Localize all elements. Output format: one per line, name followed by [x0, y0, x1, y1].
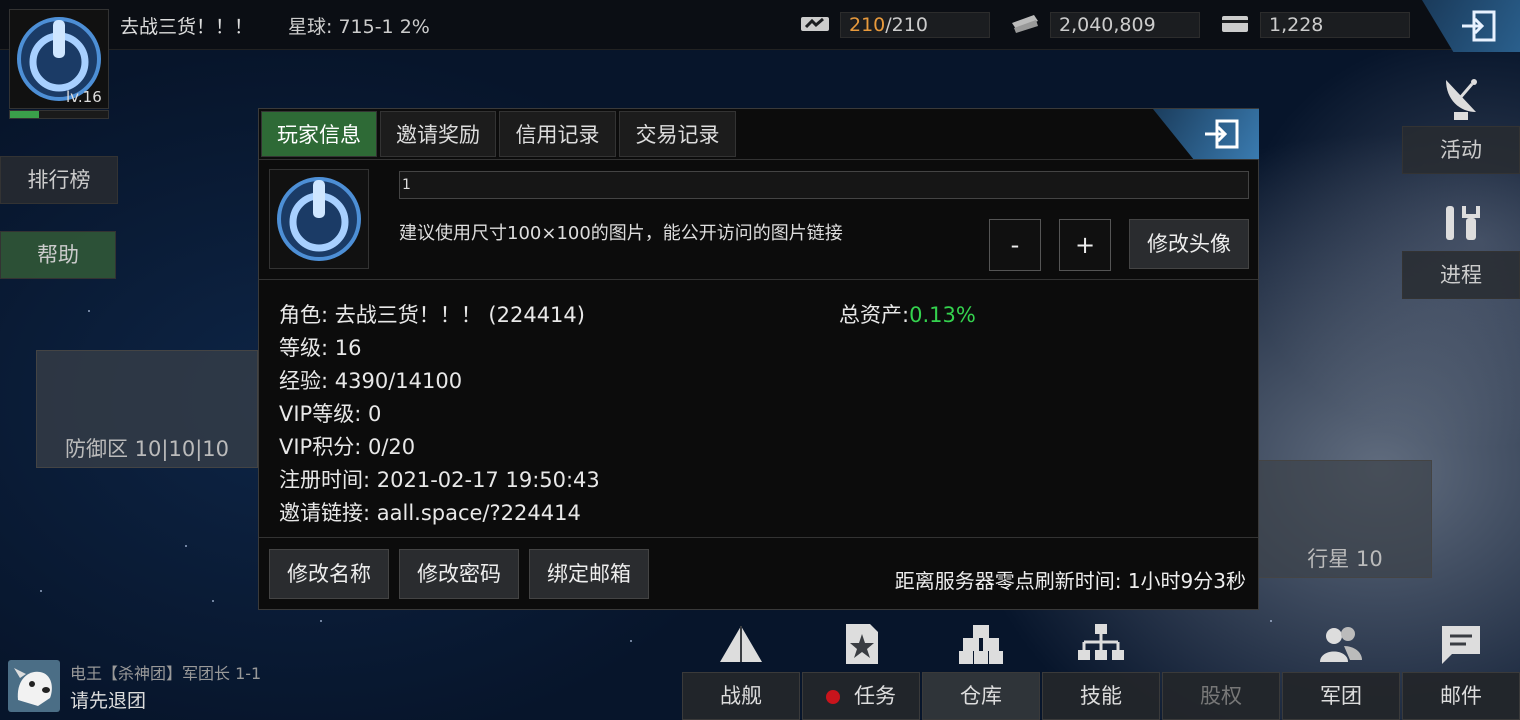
credits-icon — [1012, 15, 1038, 33]
progress-button[interactable]: 进程 — [1402, 251, 1520, 299]
defense-zone-label: 防御区 10|10|10 — [65, 437, 229, 461]
tab-credit-record[interactable]: 信用记录 — [499, 111, 616, 157]
info-exp: 经验: 4390/14100 — [279, 369, 463, 393]
nav-mail[interactable]: 邮件 — [1402, 672, 1520, 720]
task-star-icon — [846, 624, 878, 664]
tab-invite-reward[interactable]: 邀请奖励 — [380, 111, 496, 157]
chat-message: 请先退团 — [70, 690, 147, 712]
tab-trade-record[interactable]: 交易记录 — [619, 111, 736, 157]
tab-player-info[interactable]: 玩家信息 — [261, 111, 377, 157]
rename-button[interactable]: 修改名称 — [269, 549, 389, 599]
level-label: lv.16 — [66, 88, 102, 106]
nav-task[interactable]: 任务 — [802, 672, 920, 720]
dialog-close-button[interactable] — [1153, 109, 1259, 159]
avatar-url-input[interactable] — [399, 171, 1249, 199]
total-assets: 总资产:0.13% — [839, 303, 976, 327]
nav-skill[interactable]: 技能 — [1042, 672, 1160, 720]
info-role: 角色: 去战三货！！！ (224414) — [279, 303, 585, 327]
satellite-dish-icon — [1446, 79, 1477, 120]
card-icon — [1222, 16, 1248, 32]
energy-icon — [801, 17, 829, 31]
nav-warehouse[interactable]: 仓库 — [922, 672, 1040, 720]
info-vip-level: VIP等级: 0 — [279, 402, 382, 426]
refresh-countdown: 距离服务器零点刷新时间: 1小时9分3秒 — [894, 569, 1246, 593]
alert-dot-icon — [826, 690, 840, 704]
minus-button[interactable]: - — [989, 219, 1041, 271]
power-logo-icon — [277, 177, 361, 261]
avatar-preview — [269, 169, 369, 269]
help-button[interactable]: 帮助 — [0, 231, 116, 279]
chat-sender: 电王【杀神团】军团长 1-1 — [70, 664, 262, 683]
info-vip-points: VIP积分: 0/20 — [279, 435, 416, 459]
mail-message-icon — [1442, 626, 1480, 664]
total-assets-value: 0.13% — [909, 303, 976, 327]
change-password-button[interactable]: 修改密码 — [399, 549, 519, 599]
info-level: 等级: 16 — [279, 336, 362, 360]
chat-avatar[interactable] — [8, 660, 60, 712]
skill-tree-icon — [1078, 624, 1124, 660]
avatar-hint: 建议使用尺寸100×100的图片，能公开访问的图片链接 — [399, 223, 843, 244]
activity-button[interactable]: 活动 — [1402, 126, 1520, 174]
nav-equity[interactable]: 股权 — [1162, 672, 1280, 720]
nav-legion[interactable]: 军团 — [1282, 672, 1400, 720]
info-register-time: 注册时间: 2021-02-17 19:50:43 — [279, 468, 600, 492]
nav-battleship[interactable]: 战舰 — [682, 672, 800, 720]
warehouse-cubes-icon — [959, 625, 1003, 664]
player-info-dialog: 玩家信息 邀请奖励 信用记录 交易记录 建议使用尺寸100×100的图片，能公开… — [258, 108, 1259, 610]
battleship-icon — [720, 626, 762, 662]
ranking-button[interactable]: 排行榜 — [0, 156, 118, 204]
exit-icon — [1205, 119, 1239, 149]
planet-tile[interactable]: 行星 10 — [1258, 460, 1432, 578]
player-name: 去战三货！！！ — [120, 16, 254, 38]
bind-email-button[interactable]: 绑定邮箱 — [529, 549, 649, 599]
change-avatar-button[interactable]: 修改头像 — [1129, 219, 1249, 269]
info-invite-link: 邀请链接: aall.space/?224414 — [279, 501, 581, 525]
level-progress-bar — [9, 110, 109, 119]
exit-icon — [1462, 10, 1496, 42]
defense-zone-tile[interactable]: 防御区 10|10|10 — [36, 350, 258, 468]
dog-face-icon — [14, 668, 52, 706]
tools-icon — [1446, 206, 1480, 240]
planet-info: 星球: 715-1 2% — [288, 16, 430, 38]
card-counter: 1,228 — [1260, 12, 1410, 38]
legion-people-icon — [1320, 627, 1362, 662]
credits-counter: 2,040,809 — [1050, 12, 1200, 38]
plus-button[interactable]: + — [1059, 219, 1111, 271]
planet-tile-label: 行星 10 — [1307, 547, 1383, 571]
energy-counter: 210/210 — [840, 12, 990, 38]
